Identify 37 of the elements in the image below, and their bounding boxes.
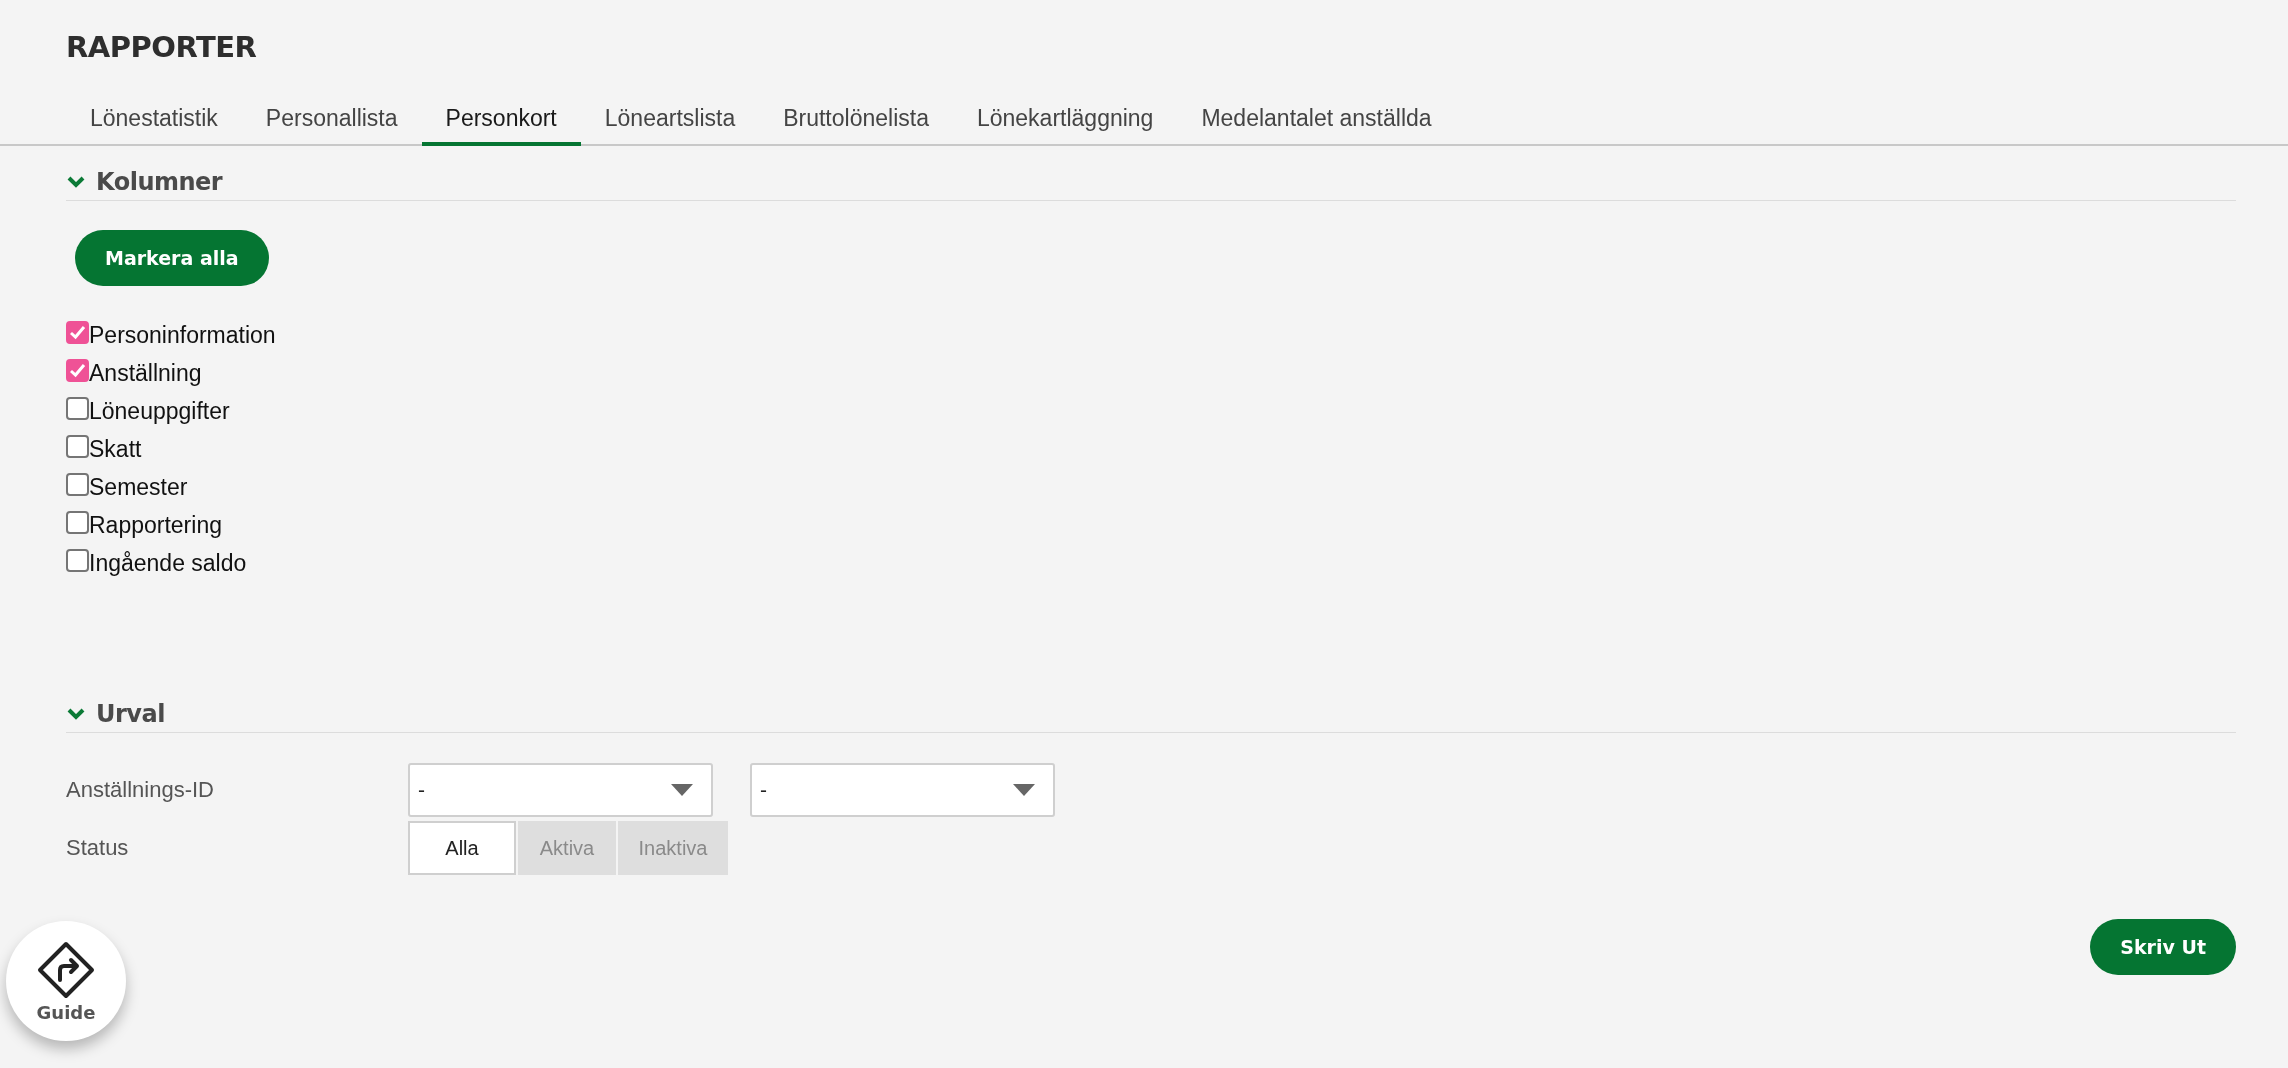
checkbox[interactable] xyxy=(66,548,89,572)
section-heading[interactable]: Kolumner xyxy=(96,168,223,196)
dropdown-arrow-icon xyxy=(1013,784,1035,796)
checkbox-label: Personinformation xyxy=(89,321,276,349)
checkbox-label: Löneuppgifter xyxy=(89,397,230,425)
checkbox[interactable] xyxy=(66,472,89,496)
turn-sign-icon xyxy=(36,939,96,1000)
page-title: RAPPORTER xyxy=(65,29,258,66)
field-label: Anställnings-ID xyxy=(66,777,215,803)
dropdown-field[interactable]: - xyxy=(408,763,713,817)
checkbox[interactable] xyxy=(66,434,89,458)
tab[interactable]: Medelantalet anställda xyxy=(1177,94,1456,146)
tab[interactable]: Bruttolönelista xyxy=(759,94,953,146)
guide-button[interactable]: Guide xyxy=(6,921,126,1041)
checkbox[interactable] xyxy=(66,510,89,534)
dropdown-arrow-icon xyxy=(671,784,693,796)
tab[interactable]: Personkort xyxy=(421,94,581,146)
checkbox[interactable] xyxy=(66,358,89,382)
chevron-down-icon[interactable] xyxy=(66,175,86,189)
tab[interactable]: Löneartslista xyxy=(580,94,760,146)
tab[interactable]: Lönekartläggning xyxy=(952,94,1178,146)
checkbox-label: Anställning xyxy=(89,359,202,387)
checkbox-label: Rapportering xyxy=(89,511,222,539)
tab[interactable]: Personallista xyxy=(241,94,422,146)
chevron-down-icon[interactable] xyxy=(66,707,86,721)
checkbox-label: Semester xyxy=(89,473,188,501)
checkbox[interactable] xyxy=(66,320,89,344)
select-all-button[interactable]: Markera alla xyxy=(75,230,269,286)
tab[interactable]: Lönestatistik xyxy=(66,94,242,146)
section-heading[interactable]: Urval xyxy=(96,700,165,728)
status-option[interactable]: Alla xyxy=(408,821,516,875)
checkbox-label: Skatt xyxy=(89,435,142,463)
field-label: Status xyxy=(66,835,130,861)
dropdown-field[interactable]: - xyxy=(750,763,1055,817)
checkbox-label: Ingående saldo xyxy=(89,549,247,577)
print-button[interactable]: Skriv Ut xyxy=(2090,919,2236,975)
checkbox[interactable] xyxy=(66,396,89,420)
